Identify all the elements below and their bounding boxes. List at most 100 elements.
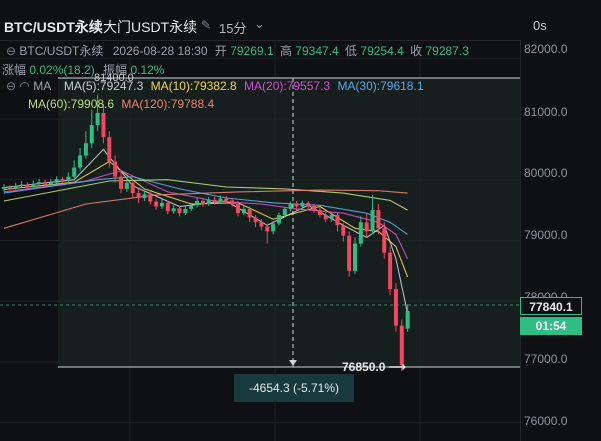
candle-body: [388, 252, 393, 290]
candle-body: [241, 208, 246, 214]
candle-body: [148, 194, 153, 202]
ohlc-symbol: BTC/USDT永续: [19, 44, 104, 58]
candle-body: [130, 182, 135, 194]
candle-body: [66, 176, 71, 181]
open-label: 开: [214, 44, 227, 58]
candle-body: [230, 200, 235, 205]
candle-body: [382, 228, 387, 253]
candle-body: [7, 187, 12, 189]
candle-body: [48, 182, 53, 185]
ma30-value: MA(30):79618.1: [337, 79, 424, 93]
candle-body: [42, 182, 47, 185]
high-value: 79347.4: [295, 44, 339, 58]
candle-body: [200, 201, 205, 205]
ohlc-datetime: 2026-08-28 18:30: [112, 44, 208, 58]
ma-label[interactable]: MA: [33, 79, 50, 93]
low-label: 低: [345, 44, 358, 58]
ohlc-row: ⊖ BTC/USDT永续 2026-08-28 18:30 开 79269.1 …: [6, 42, 469, 59]
candle-body: [405, 310, 410, 329]
low-marker-label: 76850.0 ⟶: [342, 360, 406, 374]
measure-range-box: [58, 78, 520, 367]
change-value: 0.02%(18.2): [29, 63, 95, 77]
last-price-tag: 77840.1: [520, 297, 582, 315]
candle-body: [113, 161, 118, 177]
candle-body: [236, 204, 240, 214]
candle-body: [271, 223, 276, 232]
candle-body: [247, 208, 252, 218]
candle-body: [2, 187, 6, 189]
candle-body: [376, 210, 381, 229]
open-value: 79269.1: [230, 44, 274, 58]
candle-body: [142, 194, 147, 198]
candle-body: [95, 112, 100, 126]
candle-body: [154, 201, 159, 207]
candle-body: [25, 184, 30, 188]
candle-body: [119, 176, 123, 189]
candle-body: [37, 182, 42, 184]
ma120-value: MA(120):79788.4: [121, 97, 215, 111]
candle-body: [317, 210, 322, 215]
candle-body: [101, 112, 106, 138]
candle-body: [89, 125, 94, 144]
candle-body: [300, 202, 305, 207]
candle-body: [60, 179, 65, 181]
candle-body: [335, 214, 340, 226]
candle-body: [195, 201, 200, 206]
candle-body: [358, 222, 363, 244]
candle-body: [78, 155, 83, 168]
candle-body: [224, 198, 229, 201]
candle-body: [218, 198, 223, 203]
candle-body: [341, 225, 346, 236]
ma-toggle-icon[interactable]: ⊖: [6, 79, 19, 93]
candle-body: [312, 205, 317, 211]
ohlc-toggle-icon[interactable]: ⊖: [6, 44, 19, 58]
candle-body: [183, 208, 188, 214]
candle-body: [83, 143, 88, 156]
ma-row-1: ⊖ ◠ MA MA(5):79247.3 MA(10):79382.8 MA(2…: [6, 79, 424, 93]
candle-body: [329, 214, 334, 220]
change-row: 涨幅 0.02%(18.2) 振幅 0.12%: [2, 61, 164, 78]
candle-body: [212, 199, 217, 203]
candle-body: [353, 243, 357, 271]
candle-body: [189, 205, 194, 209]
candle-body: [54, 179, 59, 183]
close-value: 79287.3: [425, 44, 469, 58]
candle-body: [347, 235, 352, 271]
candle-body: [259, 222, 264, 227]
candle-body: [31, 183, 36, 188]
candle-body: [124, 182, 129, 189]
amplitude-value: 0.12%: [130, 63, 165, 77]
candle-body: [323, 214, 328, 220]
candle-body: [107, 137, 112, 162]
low-value: 79254.4: [360, 44, 404, 58]
ma60-value: MA(60):79908.6: [28, 97, 115, 111]
candle-body: [206, 199, 211, 205]
candle-body: [288, 204, 293, 209]
candle-body: [253, 217, 258, 223]
candle-body: [393, 289, 398, 326]
ma10-value: MA(10):79382.8: [150, 79, 237, 93]
high-label: 高: [279, 44, 292, 58]
candle-body: [370, 210, 375, 232]
candle-body: [177, 208, 182, 214]
candle-body: [19, 184, 24, 186]
candle-body: [306, 202, 311, 206]
ma20-value: MA(20):79557.3: [244, 79, 331, 93]
candle-body: [136, 193, 141, 198]
candle-body: [265, 226, 270, 232]
candle-body: [165, 202, 170, 212]
candle-body: [364, 222, 369, 232]
measure-tooltip: -4654.3 (-5.71%): [234, 374, 354, 402]
change-label: 涨幅: [2, 63, 27, 77]
eye-icon[interactable]: ◠: [19, 79, 33, 93]
close-label: 收: [410, 44, 423, 58]
candle-body: [282, 208, 287, 215]
candle-body: [159, 202, 164, 207]
candle-body: [13, 185, 18, 189]
candle-body: [294, 204, 299, 207]
candle-body: [72, 167, 77, 177]
ma-row-2: MA(60):79908.6 MA(120):79788.4: [28, 97, 214, 111]
high-marker-label: 81400.0: [94, 72, 134, 84]
candle-body: [276, 214, 281, 224]
countdown-tag: 01:54: [520, 317, 582, 335]
